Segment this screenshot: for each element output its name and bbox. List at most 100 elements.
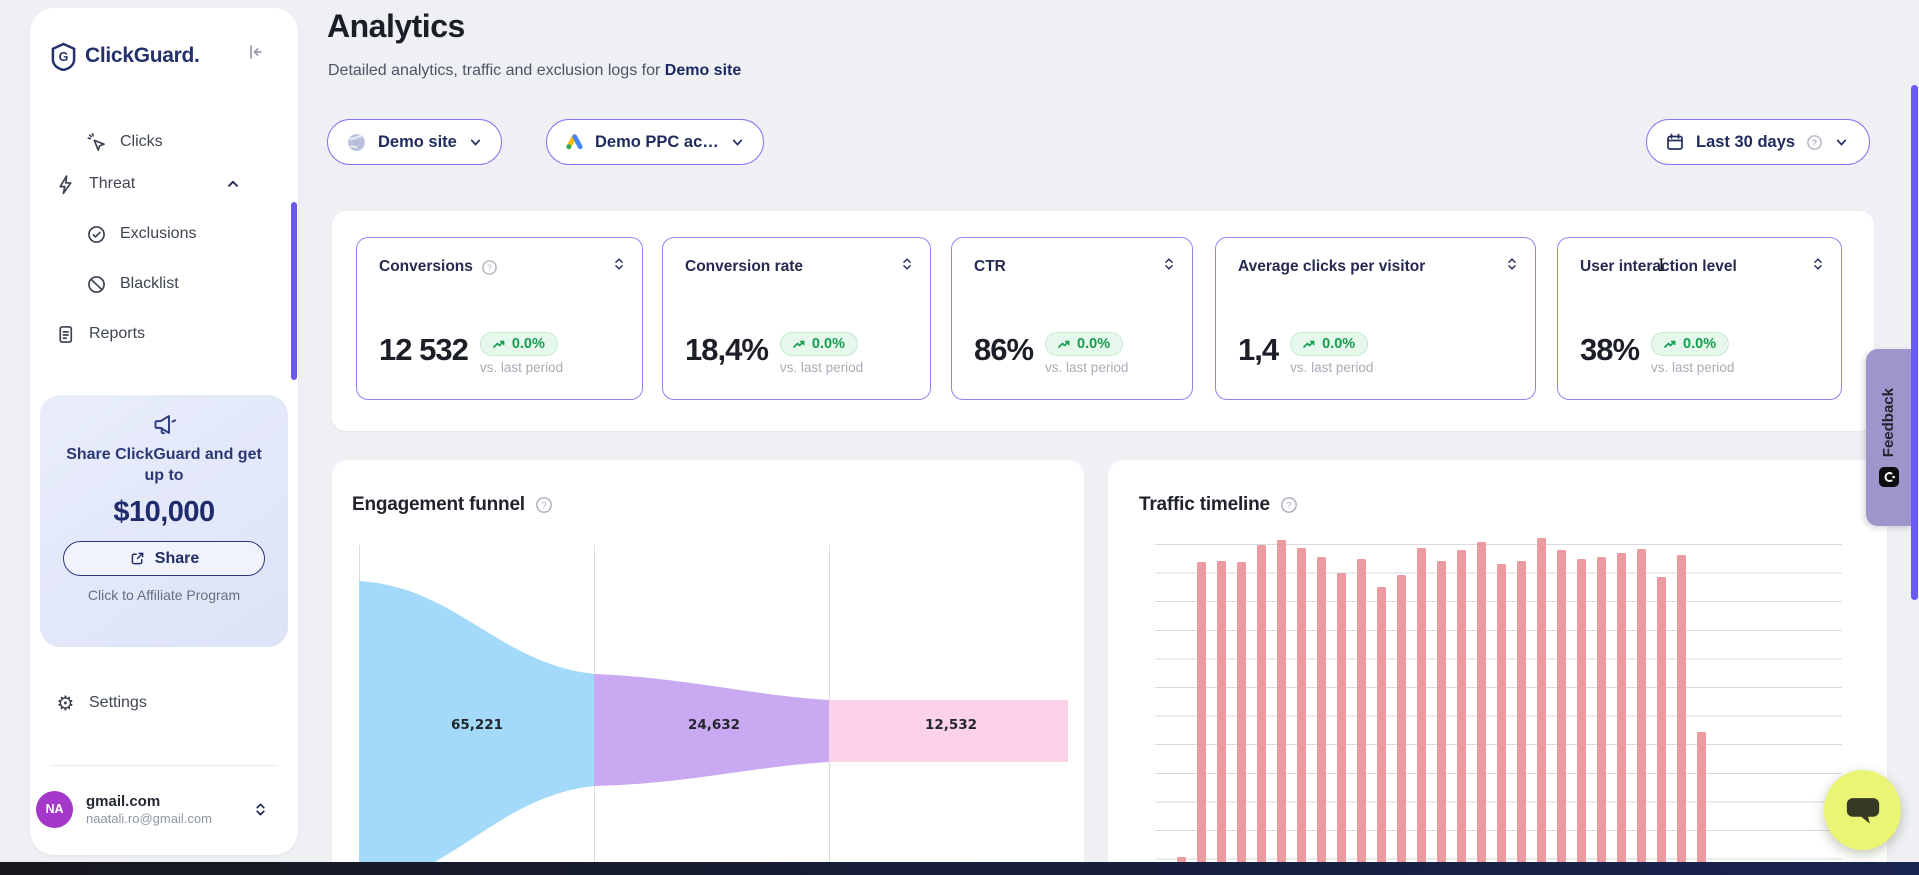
kpi-card-user-interaction: User interaction level 38% 0.0% vs. last… xyxy=(1557,237,1842,400)
kpi-value: 38% xyxy=(1580,332,1639,368)
scrollbar-thumb[interactable] xyxy=(1911,85,1918,600)
sidebar-item-settings[interactable]: ⚙ Settings xyxy=(55,688,147,718)
kpi-delta-badge: 0.0% xyxy=(480,332,558,356)
traffic-bar xyxy=(1237,562,1246,862)
kpi-vs-caption: vs. last period xyxy=(1651,360,1734,375)
cursor-click-icon xyxy=(86,132,107,153)
traffic-timeline-card: Traffic timeline ? xyxy=(1108,460,1887,875)
trend-up-icon xyxy=(493,339,506,350)
ppc-account-filter-dropdown[interactable]: Demo PPC ac… xyxy=(546,119,764,165)
account-name: gmail.com xyxy=(86,793,212,810)
svg-text:?: ? xyxy=(541,500,546,510)
help-icon[interactable]: ? xyxy=(1280,496,1298,514)
sidebar-item-exclusions[interactable]: Exclusions xyxy=(86,219,196,249)
kpi-label: Conversion rate xyxy=(685,258,803,276)
sidebar-item-label: Clicks xyxy=(120,133,163,151)
sort-selector-icon[interactable] xyxy=(1162,256,1176,272)
affiliate-promo-card[interactable]: Share ClickGuard and get up to $10,000 S… xyxy=(40,395,288,647)
kpi-card-ctr: CTR 86% 0.0% vs. last period xyxy=(951,237,1193,400)
trend-up-icon xyxy=(1303,339,1316,350)
traffic-bar xyxy=(1297,548,1306,862)
date-range-value: Last 30 days xyxy=(1696,133,1795,152)
traffic-bar xyxy=(1657,577,1666,862)
help-icon[interactable]: ? xyxy=(535,496,553,514)
brand: G ClickGuard. xyxy=(50,38,278,74)
funnel-stage-value: 65,221 xyxy=(451,717,503,733)
chevron-down-icon xyxy=(468,135,483,150)
traffic-bar xyxy=(1337,573,1346,862)
sort-selector-icon[interactable] xyxy=(612,256,626,272)
sort-selector-icon[interactable] xyxy=(900,256,914,272)
kpi-value: 18,4% xyxy=(685,332,768,368)
sidebar-item-threat[interactable]: Threat xyxy=(55,169,273,199)
date-range-dropdown[interactable]: Last 30 days ? xyxy=(1646,119,1870,165)
help-icon[interactable]: ? xyxy=(1806,134,1823,151)
kpi-card-avg-clicks: Average clicks per visitor 1,4 0.0% vs. … xyxy=(1215,237,1536,400)
sidebar-item-label: Reports xyxy=(89,325,145,343)
lightning-icon xyxy=(55,174,76,195)
kpi-delta-badge: 0.0% xyxy=(780,332,858,356)
sidebar-item-label: Blacklist xyxy=(120,275,179,293)
traffic-bars xyxy=(1177,532,1706,862)
sort-selector-icon[interactable] xyxy=(1811,256,1825,272)
feedback-tab[interactable]: Feedback xyxy=(1866,349,1911,526)
account-switcher[interactable]: NA gmail.com naatali.ro@gmail.com xyxy=(36,787,292,831)
google-ads-icon xyxy=(565,133,584,151)
kpi-summary-panel: Conversions ? 12 532 0.0% vs. last perio… xyxy=(332,211,1874,431)
page-subtitle: Detailed analytics, traffic and exclusio… xyxy=(328,62,741,80)
affiliate-caption: Click to Affiliate Program xyxy=(88,587,240,603)
kpi-label: Conversions xyxy=(379,258,473,276)
help-icon[interactable]: ? xyxy=(481,259,498,276)
traffic-bar xyxy=(1357,559,1366,862)
sidebar-item-blacklist[interactable]: Blacklist xyxy=(86,269,179,299)
kpi-delta-badge: 0.0% xyxy=(1290,332,1368,356)
traffic-bar xyxy=(1397,575,1406,862)
trend-up-icon xyxy=(793,339,806,350)
svg-text:?: ? xyxy=(1286,500,1291,510)
site-filter-value: Demo site xyxy=(378,133,457,152)
site-filter-dropdown[interactable]: Demo site xyxy=(327,119,502,165)
traffic-bar xyxy=(1517,561,1526,862)
svg-text:?: ? xyxy=(487,262,492,272)
sidebar-collapse-icon[interactable] xyxy=(244,42,264,62)
traffic-bar xyxy=(1677,555,1686,862)
traffic-bar xyxy=(1557,550,1566,862)
chevron-down-icon xyxy=(730,135,745,150)
subtitle-site-name: Demo site xyxy=(665,62,741,79)
engagement-funnel-card: Engagement funnel ? 65,221 24,632 12,532 xyxy=(332,460,1084,875)
badge-check-icon xyxy=(86,224,107,245)
traffic-bar xyxy=(1437,561,1446,862)
window-bottom-edge xyxy=(0,862,1919,875)
sidebar: G ClickGuard. Clicks Threat xyxy=(30,8,298,855)
ppc-filter-value: Demo PPC ac… xyxy=(595,133,719,152)
trend-up-icon xyxy=(1664,339,1677,350)
sort-selector-icon[interactable] xyxy=(1505,256,1519,272)
traffic-bar xyxy=(1697,732,1706,862)
calendar-icon xyxy=(1665,132,1685,152)
kpi-delta-badge: 0.0% xyxy=(1045,332,1123,356)
kpi-value: 12 532 xyxy=(379,332,468,368)
traffic-bar xyxy=(1477,542,1486,862)
kpi-vs-caption: vs. last period xyxy=(1290,360,1373,375)
traffic-bar xyxy=(1497,564,1506,862)
traffic-bar xyxy=(1637,549,1646,862)
kpi-label: Average clicks per visitor xyxy=(1238,258,1425,276)
avatar: NA xyxy=(36,791,73,828)
chart-title: Traffic timeline xyxy=(1139,494,1270,516)
sidebar-item-reports[interactable]: Reports xyxy=(55,319,145,349)
share-button[interactable]: Share xyxy=(63,541,265,576)
traffic-bar xyxy=(1377,587,1386,862)
megaphone-icon xyxy=(151,411,178,438)
gear-icon: ⚙ xyxy=(55,691,76,716)
sidebar-item-label: Threat xyxy=(89,175,135,193)
chat-launcher-button[interactable] xyxy=(1824,770,1901,850)
sidebar-item-clicks[interactable]: Clicks xyxy=(86,127,163,157)
account-email: naatali.ro@gmail.com xyxy=(86,811,212,826)
sidebar-item-label: Exclusions xyxy=(120,225,196,243)
brand-name: ClickGuard. xyxy=(85,44,200,68)
svg-text:G: G xyxy=(59,49,69,63)
kpi-label: CTR xyxy=(974,258,1006,276)
traffic-bar xyxy=(1457,550,1466,862)
traffic-bar xyxy=(1277,540,1286,862)
kpi-delta-value: 0.0% xyxy=(1322,336,1355,352)
